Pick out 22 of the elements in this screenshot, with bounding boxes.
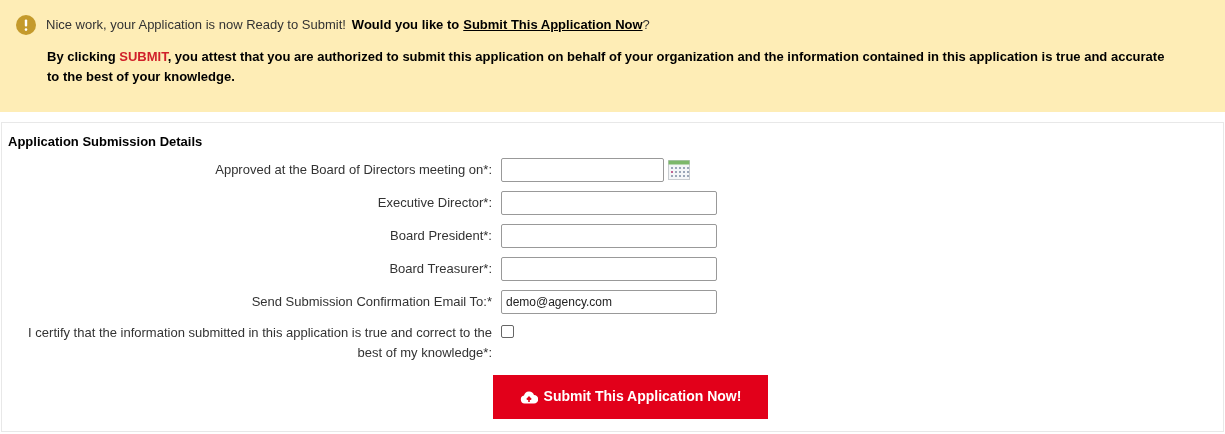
field-label: I certify that the information submitted in this application is true and correct to the best of my knowledge*:: [27, 323, 492, 362]
submit-question: Would you like to: [351, 16, 460, 35]
attestation-text: By clicking SUBMIT, you attest that you are authorized to submit this application on behalf of your organization and the information contained in this application is true and accurate to the best of your knowledge.: [47, 48, 1166, 86]
section-title: Application Submission Details: [8, 133, 204, 151]
text-field[interactable]: [501, 256, 717, 281]
field-label: Send Submission Confirmation Email To:*: [250, 292, 492, 311]
text-field[interactable]: [501, 223, 717, 248]
calendar-icon[interactable]: [668, 159, 690, 180]
text-field[interactable]: [501, 190, 717, 215]
exclamation-icon: [16, 15, 36, 35]
field-label: Board Treasurer*:: [388, 259, 492, 278]
submit-button[interactable]: Submit This Application Now!: [493, 374, 768, 419]
cloud-upload-icon: [519, 389, 538, 404]
certify-checkbox[interactable]: [501, 324, 514, 338]
date-field[interactable]: [501, 157, 664, 182]
ready-message: Nice work, your Application is now Ready to Submit!: [46, 16, 346, 35]
question-mark: ?: [642, 16, 650, 35]
field-label: Approved at the Board of Directors meeting on*:: [214, 160, 492, 179]
field-label: Executive Director*:: [376, 193, 492, 212]
submit-link[interactable]: Submit This Application Now: [463, 15, 643, 35]
field-label: Board President*:: [389, 226, 492, 245]
text-field[interactable]: demo@agency.com: [501, 289, 717, 314]
